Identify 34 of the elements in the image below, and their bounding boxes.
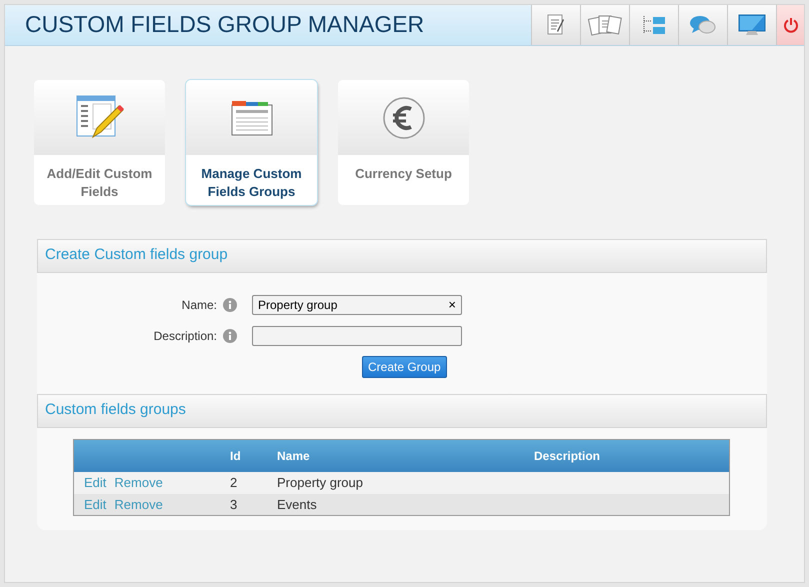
action-link[interactable]: Remove [114,475,163,490]
action-link[interactable]: Edit [84,475,106,490]
monitor-icon[interactable] [737,13,767,37]
power-icon[interactable] [782,17,798,33]
table-cell: 3 [230,496,238,512]
field-label: Description: [152,328,217,344]
notepad-icon[interactable] [547,14,565,36]
menu-tile[interactable]: Manage Custom Fields Groups [186,80,317,205]
folder-tree-icon[interactable] [641,14,667,36]
column-header: Id [229,440,276,472]
section-header: Custom fields groups [37,394,767,428]
table-cell: 2 [230,475,238,490]
info-icon[interactable] [223,328,237,342]
create-group-button[interactable]: Create Group [362,356,447,378]
column-header: Name [276,440,534,472]
table-cell: Events [277,496,317,512]
input-field[interactable]: Property group × [252,294,462,314]
section-header: Create Custom fields group [37,239,767,273]
clear-button[interactable]: × [448,294,456,314]
chat-bubbles-icon[interactable] [689,14,717,36]
menu-tile[interactable]: Add/Edit Custom Fields [34,80,165,205]
euro-coin-icon [382,96,426,140]
documents-icon[interactable] [588,13,622,37]
input-field[interactable] [252,326,462,346]
action-link[interactable]: Remove [114,496,163,512]
table-cell: Property group [277,475,363,490]
form-edit-icon [76,94,124,140]
action-link[interactable]: Edit [84,496,106,512]
info-icon[interactable] [223,298,237,312]
field-label: Name: [180,296,217,314]
menu-tile[interactable]: Currency Setup [338,80,469,205]
column-header: Description [534,440,729,472]
window-title: CUSTOM FIELDS GROUP MANAGER [24,10,426,39]
tabbed-window-icon [230,100,272,136]
